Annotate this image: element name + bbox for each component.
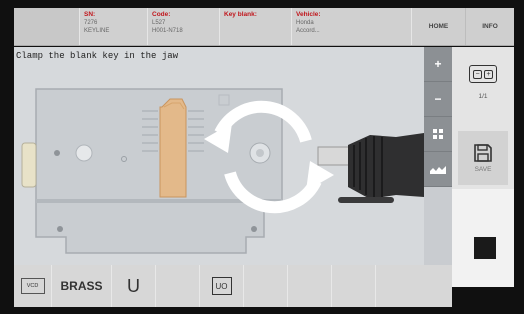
home-button[interactable]: HOME [412,8,466,45]
key-blank-field: Key blank: [220,8,292,45]
brand-logo: VCD [20,278,45,294]
grid-button[interactable] [424,117,452,152]
serial-number-field: SN: 7276 KEYLINE [80,8,148,45]
sn-label: SN: [84,11,96,18]
vehicle-label: Vehicle: [296,11,321,18]
code-label: Code: [152,11,171,18]
cut-profile-icon [430,166,446,174]
bottom-bar: VCD BRASS U UO [14,265,452,307]
header-bar: SN: 7276 KEYLINE Code: L527 H001-N718 Ke… [14,8,514,46]
side-panel: − + 1/1 SAVE [452,47,514,287]
header-logo-cell [14,8,80,45]
vehicle-value: Honda [296,20,314,26]
screen: SN: 7276 KEYLINE Code: L527 H001-N718 Ke… [0,0,524,314]
brand-logo-cell: VCD [14,265,52,307]
sn-value: 7276 [84,20,98,26]
sn-value-2: KEYLINE [84,28,110,34]
fit-zoom-button[interactable]: − + 1/1 [460,65,506,123]
bottom-slot-empty [288,265,332,307]
fit-zoom-icon: − + [469,65,497,83]
save-button[interactable]: SAVE [458,131,508,185]
code-value-2: H001-N718 [152,28,183,34]
cut-profile-button[interactable] [424,152,452,187]
info-button[interactable]: INFO [466,8,514,45]
jaw-pin-left [54,150,60,156]
floppy-disk-icon [474,144,492,162]
bottom-slot-empty [332,265,376,307]
profile-label: U [112,265,156,307]
material-label: BRASS [52,265,112,307]
knob-base [338,197,394,203]
view-toolbar: + − [424,47,452,187]
clamp-illustration [21,88,424,254]
code-field: Code: L527 H001-N718 [148,8,220,45]
profile-code-cell[interactable]: UO [200,265,244,307]
jaw-end-stub [21,142,37,188]
grid-icon [433,129,443,139]
jaw-pin-bottom-left [57,226,63,232]
zoom-in-button[interactable]: + [424,47,452,82]
key-blank [159,98,187,198]
bottom-slot-empty [376,265,420,307]
zoom-out-button[interactable]: − [424,82,452,117]
main-canvas: Clamp the blank key in the jaw [14,47,424,265]
jaw-pin-bottom-right [251,226,257,232]
vehicle-field: Vehicle: Honda Accord... [292,8,412,45]
bottom-slot-empty [244,265,288,307]
jaw-hole-large [75,144,93,162]
key-blank-label: Key blank: [224,11,257,18]
profile-code-badge: UO [211,277,232,295]
save-label: SAVE [474,166,492,173]
jaw-hole-right-inner [256,149,264,157]
code-value: L527 [152,20,166,26]
vehicle-value-2: Accord... [296,28,320,34]
bottom-slot-empty [156,265,200,307]
toolbar-spacer [424,187,452,265]
page-indicator: 1/1 [478,93,488,100]
stop-icon[interactable] [474,237,496,259]
